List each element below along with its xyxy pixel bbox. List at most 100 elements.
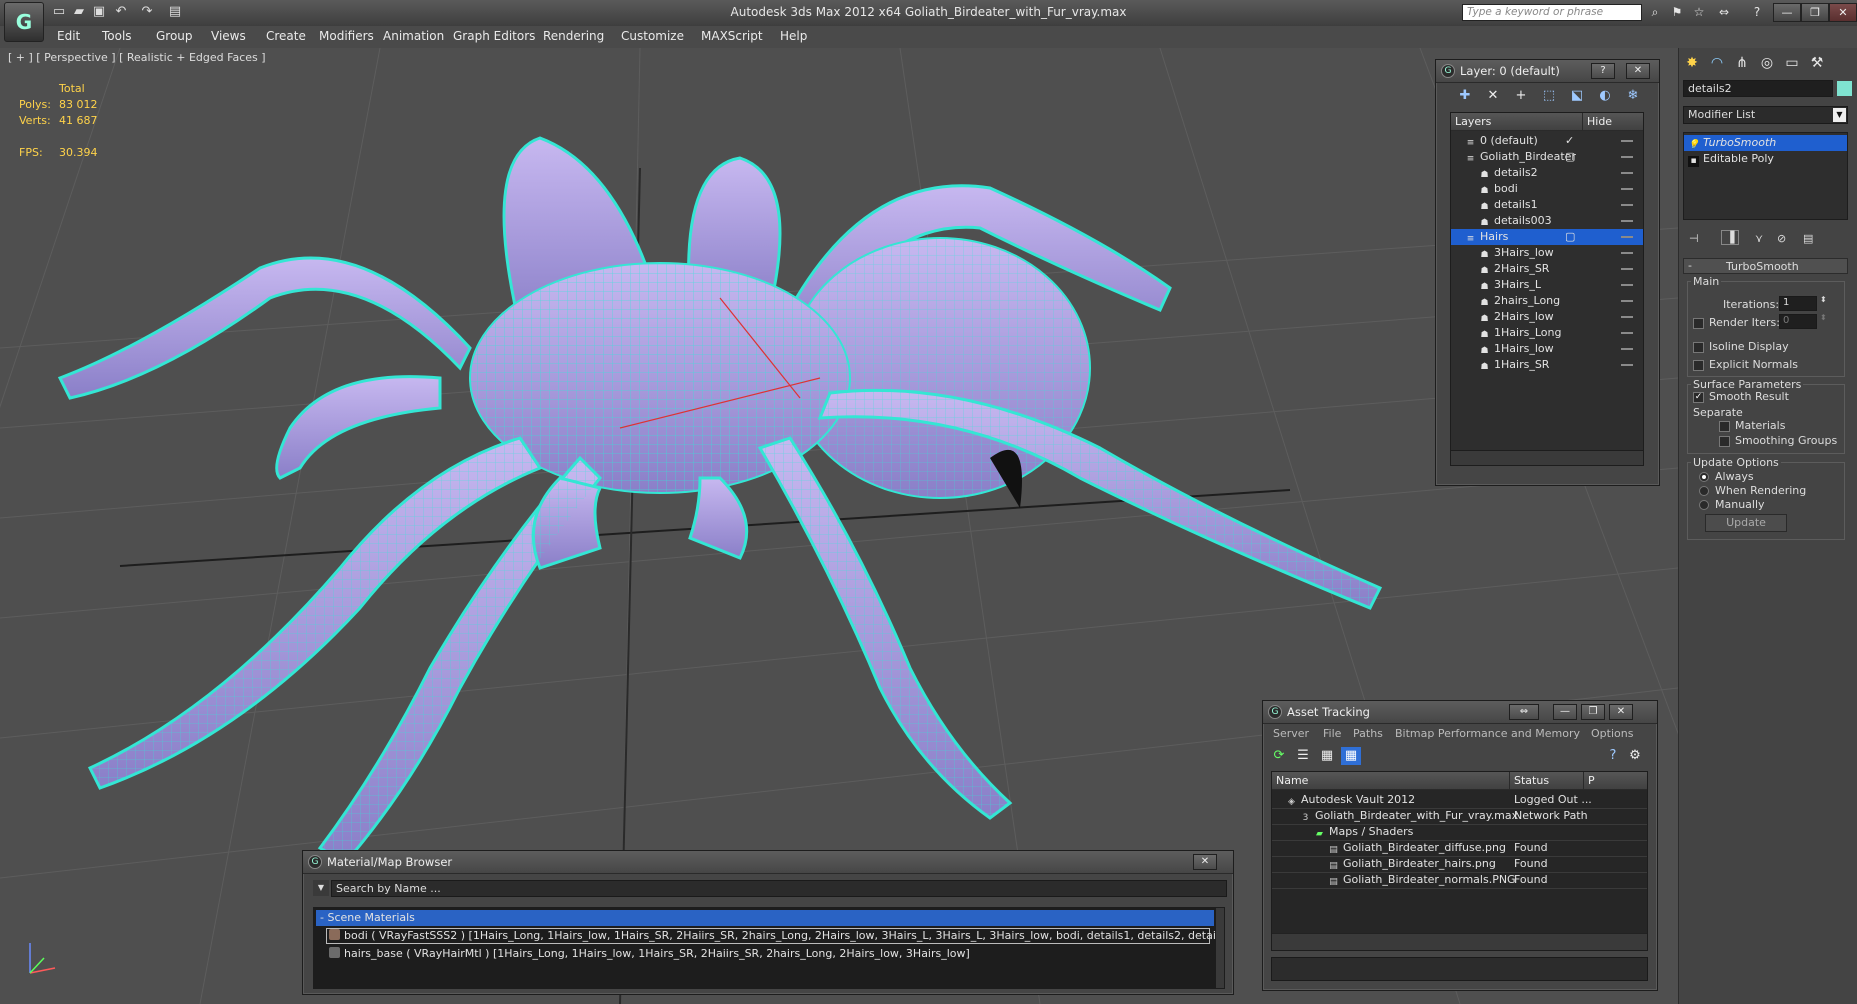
freeze-all-icon[interactable]: ❄ [1623,87,1643,105]
asset-menu-paths[interactable]: Paths [1353,727,1383,740]
undo-icon[interactable]: ↶ [112,4,130,20]
smoothing-groups-checkbox[interactable] [1719,436,1730,447]
layer-row[interactable]: ≡ Goliath_Birdeater ▢ [1451,149,1643,165]
material-item-bodi[interactable]: bodi ( VRayFastSSS2 ) [1Hairs_Long, 1Hai… [326,928,1224,944]
list-view-icon[interactable]: ☰ [1293,747,1313,765]
hide-all-icon[interactable]: ◐ [1595,87,1615,105]
pin-stack-icon[interactable]: ⊣ [1689,232,1699,245]
name-column-header[interactable]: Name [1272,772,1510,790]
material-search-input[interactable]: Search by Name ... [331,880,1227,897]
extra-column-header[interactable]: P [1584,772,1647,790]
close-button[interactable]: ✕ [1829,3,1857,22]
status-column-header[interactable]: Status [1510,772,1584,790]
hide-toggle[interactable] [1621,364,1633,366]
new-file-icon[interactable]: ▭ [50,4,68,20]
menu-graph-editors[interactable]: Graph Editors [453,29,535,43]
menu-group[interactable]: Group [156,29,193,43]
object-name-field[interactable]: details2 [1683,80,1833,97]
hierarchy-tab-icon[interactable]: ⋔ [1731,52,1753,74]
hide-toggle[interactable] [1621,188,1633,190]
material-window-titlebar[interactable]: G Material/Map Browser ✕ [303,851,1233,874]
subscription-icon[interactable]: ⚑ [1668,4,1686,21]
scene-materials-group[interactable]: - Scene Materials [316,910,1214,926]
menu-maxscript[interactable]: MAXScript [701,29,763,43]
always-radio[interactable] [1699,472,1709,482]
binoculars-icon[interactable]: ⌕ [1646,4,1664,21]
layer-row[interactable]: ≡ 0 (default) ✓ [1451,133,1643,149]
hide-column-header[interactable]: Hide [1583,113,1643,131]
hide-toggle[interactable] [1621,284,1633,286]
material-item-hairs-base[interactable]: hairs_base ( VRayHairMtl ) [1Hairs_Long,… [326,946,1210,962]
hide-toggle[interactable] [1621,268,1633,270]
asset-minimize-button[interactable]: — [1553,704,1577,720]
remove-modifier-icon[interactable]: ⊘ [1777,232,1786,245]
smooth-result-checkbox[interactable]: ✓ [1693,392,1704,403]
hide-toggle[interactable] [1621,252,1633,254]
render-iters-checkbox[interactable] [1693,318,1704,329]
asset-row[interactable]: ▤ Goliath_Birdeater_normals.PNG Found [1272,872,1647,889]
hide-toggle[interactable] [1621,332,1633,334]
asset-close-button[interactable]: ✕ [1609,704,1633,720]
layer-row[interactable]: ☗ details003 [1451,213,1643,229]
table-view-icon[interactable]: ▦ [1341,747,1361,765]
hide-toggle[interactable] [1621,300,1633,302]
asset-horizontal-scrollbar[interactable] [1272,933,1647,950]
asset-row[interactable]: ◈ Autodesk Vault 2012 Logged Out ... [1272,792,1647,809]
layer-row[interactable]: ≡ Hairs ▢ [1451,229,1643,245]
display-tab-icon[interactable]: ▭ [1781,52,1803,74]
delete-layer-icon[interactable]: ✕ [1483,87,1503,105]
menu-edit[interactable]: Edit [57,29,80,43]
highlight-layer-icon[interactable]: ⬕ [1567,87,1587,105]
browser-options-icon[interactable]: ▼ [313,880,329,896]
material-vertical-scrollbar[interactable] [1216,908,1224,988]
layer-row[interactable]: ☗ bodi [1451,181,1643,197]
asset-options-icon[interactable]: ⚙ [1625,747,1645,765]
asset-menu-file[interactable]: File [1323,727,1341,740]
render-iters-spinner[interactable]: 0 [1779,314,1817,329]
layer-row[interactable]: ☗ details1 [1451,197,1643,213]
minimize-button[interactable]: — [1773,3,1801,22]
menu-tools[interactable]: Tools [102,29,132,43]
materials-checkbox[interactable] [1719,421,1730,432]
explicit-normals-checkbox[interactable] [1693,360,1704,371]
asset-row[interactable]: ▤ Goliath_Birdeater_diffuse.png Found [1272,840,1647,857]
select-objects-icon[interactable]: ⬚ [1539,87,1559,105]
hide-toggle[interactable] [1621,236,1633,238]
asset-row[interactable]: 3 Goliath_Birdeater_with_Fur_vray.max Netw… [1272,808,1647,825]
stack-item-editable-poly[interactable]: ▪ Editable Poly [1684,151,1847,167]
thumbnail-view-icon[interactable]: ▦ [1317,747,1337,765]
dock-icon[interactable]: ⇔ [1509,704,1539,720]
restore-button[interactable]: ❐ [1801,3,1829,22]
layer-row[interactable]: ☗ 2hairs_Long [1451,293,1643,309]
modify-tab-icon[interactable]: ◠ [1706,52,1728,74]
update-button[interactable]: Update [1705,514,1787,532]
application-button[interactable]: G [4,2,44,42]
isoline-display-checkbox[interactable] [1693,342,1704,353]
active-layer-check-icon[interactable]: ✓ [1565,133,1574,149]
lightbulb-icon[interactable]: 💡 [1688,140,1699,151]
layer-help-button[interactable]: ? [1591,63,1615,79]
when-rendering-radio[interactable] [1699,486,1709,496]
layer-row[interactable]: ☗ 1Hairs_SR [1451,357,1643,373]
current-layer-box-icon[interactable]: ▢ [1565,229,1575,245]
hide-toggle[interactable] [1621,348,1633,350]
layer-row[interactable]: ☗ 3Hairs_L [1451,277,1643,293]
asset-menu-bitmap[interactable]: Bitmap Performance and Memory [1395,727,1580,740]
spinner-arrows-icon[interactable]: ⬍ [1820,295,1827,304]
project-folder-icon[interactable]: ▤ [166,4,184,20]
communication-center-icon[interactable]: ☆ [1690,4,1708,21]
keyword-search-input[interactable]: Type a keyword or phrase [1462,4,1642,21]
layer-horizontal-scrollbar[interactable] [1450,450,1644,466]
viewport-label[interactable]: [ + ] [ Perspective ] [ Realistic + Edge… [8,51,266,64]
create-tab-icon[interactable]: ✸ [1681,52,1703,74]
menu-animation[interactable]: Animation [383,29,444,43]
motion-tab-icon[interactable]: ◎ [1756,52,1778,74]
make-unique-icon[interactable]: ⋎ [1755,232,1763,245]
help-icon[interactable]: ? [1748,4,1766,21]
object-color-swatch[interactable] [1837,81,1852,96]
create-layer-icon[interactable]: ✚ [1455,87,1475,105]
asset-row[interactable]: ▤ Goliath_Birdeater_hairs.png Found [1272,856,1647,873]
asset-row[interactable]: ▰ Maps / Shaders [1272,824,1647,841]
layer-row[interactable]: ☗ 2Hairs_SR [1451,261,1643,277]
asset-window-titlebar[interactable]: G Asset Tracking ⇔ — ❐ ✕ [1263,701,1657,724]
